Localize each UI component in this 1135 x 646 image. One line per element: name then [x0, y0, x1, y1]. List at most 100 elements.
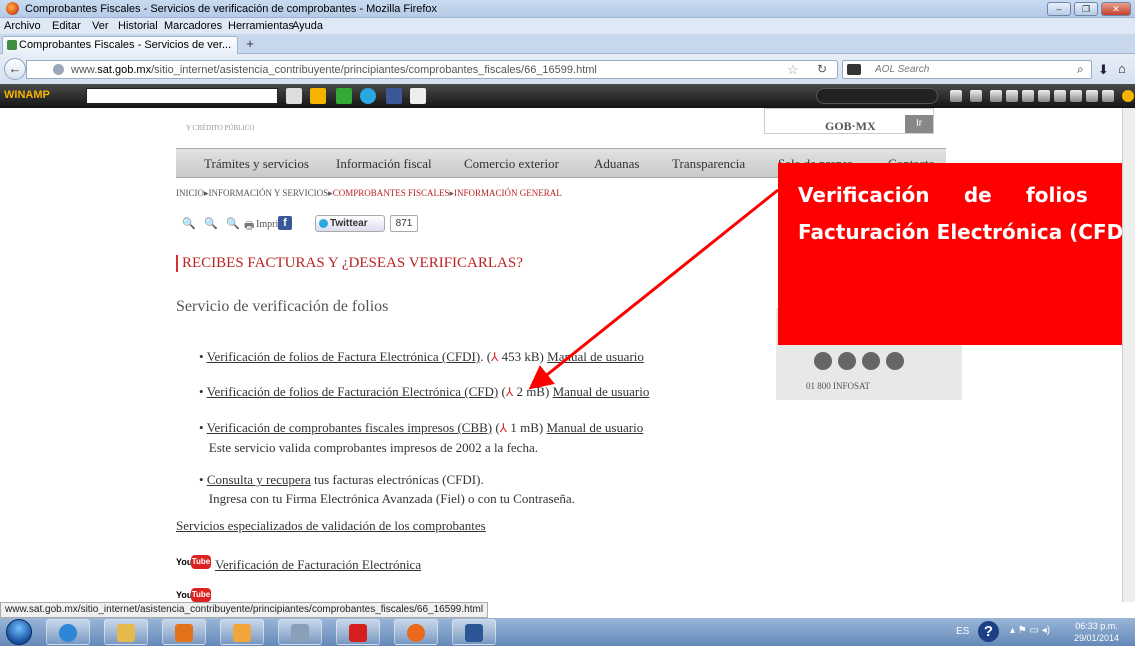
start-button[interactable] [6, 619, 32, 645]
menu-ayuda[interactable]: Ayuda [292, 20, 323, 32]
winamp-info-icon[interactable] [950, 90, 962, 102]
sat-favicon-icon [7, 40, 17, 50]
nav-tramites[interactable]: Trámites y servicios [204, 156, 309, 172]
file-size: 2 mB) [513, 384, 550, 399]
page-tools: 🔍 🔍 🔍 🖶 Imprimir f Twittear 871 [176, 215, 466, 235]
reload-icon[interactable]: ↻ [817, 62, 827, 76]
download-icon[interactable]: ⬇ [1098, 62, 1109, 78]
nav-aduanas[interactable]: Aduanas [594, 156, 640, 172]
manual-link-cbb[interactable]: Manual de usuario [546, 420, 643, 435]
facebook-icon[interactable] [386, 88, 402, 104]
annotation-text: Verificación de folios de Facturación El… [798, 183, 1135, 244]
taskbar-media[interactable] [162, 619, 206, 645]
breadcrumb: INICIO▸INFORMACIÓN Y SERVICIOS▸COMPROBAN… [176, 188, 562, 198]
tab-comprobantes[interactable]: Comprobantes Fiscales - Servicios de ver… [2, 36, 238, 54]
rss-circle-icon[interactable] [886, 352, 904, 370]
list-item-cbb: • Verificación de comprobantes fiscales … [199, 420, 644, 455]
nav-transparencia[interactable]: Transparencia [672, 156, 745, 172]
globe-icon [53, 64, 64, 75]
twittear-button[interactable]: Twittear [315, 215, 385, 232]
menu-editar[interactable]: Editar [52, 20, 81, 32]
taskbar-outlook[interactable] [220, 619, 264, 645]
language-indicator[interactable]: ES [956, 626, 969, 637]
menu-ver[interactable]: Ver [92, 20, 109, 32]
status-bar: www.sat.gob.mx/sitio_internet/asistencia… [0, 602, 1135, 618]
close-button[interactable]: ✕ [1101, 2, 1131, 16]
cfdi-link[interactable]: Verificación de folios de Factura Electr… [207, 349, 481, 364]
new-tab-button[interactable]: + [242, 37, 258, 52]
winamp-icon[interactable] [310, 88, 326, 104]
ir-button[interactable]: Ir [905, 115, 933, 133]
search-box[interactable]: AOL Search ⌕ [842, 60, 1092, 79]
taskbar-explorer[interactable] [104, 619, 148, 645]
text-normal-icon[interactable]: 🔍 [204, 217, 218, 230]
twittear-label: Twittear [330, 218, 368, 229]
winamp-search-btn-icon[interactable] [970, 90, 982, 102]
winamp-menu-icon[interactable] [990, 90, 1002, 102]
search-placeholder: AOL Search [875, 64, 930, 75]
taskbar-word[interactable] [452, 619, 496, 645]
taskbar-acrobat[interactable] [336, 619, 380, 645]
winamp-prev-icon[interactable] [1006, 90, 1018, 102]
minimize-button[interactable]: – [1047, 2, 1071, 16]
menu-archivo[interactable]: Archivo [4, 20, 41, 32]
manual-link-cfd[interactable]: Manual de usuario [553, 384, 650, 399]
text-smaller-icon[interactable]: 🔍 [182, 217, 196, 230]
search-icon[interactable]: ⌕ [1077, 62, 1084, 77]
winamp-search-input[interactable] [86, 88, 278, 104]
maximize-button[interactable]: ❐ [1074, 2, 1098, 16]
menu-marcadores[interactable]: Marcadores [164, 20, 222, 32]
url-text: www.sat.gob.mx/sitio_internet/asistencia… [71, 64, 597, 76]
taskbar-calculator[interactable] [278, 619, 322, 645]
winamp-play-icon[interactable] [1022, 90, 1034, 102]
twitter-bird-icon [319, 219, 328, 228]
breadcrumb-inicio[interactable]: INICIO [176, 188, 204, 198]
winamp-settings-icon[interactable] [1122, 90, 1134, 102]
twitter-icon[interactable] [360, 88, 376, 104]
ebay-icon[interactable] [410, 88, 426, 104]
back-button[interactable]: ← [4, 58, 26, 80]
file-size: 453 kB) [498, 349, 544, 364]
winamp-volume-icon[interactable] [1102, 90, 1114, 102]
consulta-link[interactable]: Consulta y recupera [207, 472, 311, 487]
tab-label: Comprobantes Fiscales - Servicios de ver… [19, 39, 232, 51]
manual-link-cfdi[interactable]: Manual de usuario [547, 349, 644, 364]
url-bar[interactable]: www.sat.gob.mx/sitio_internet/asistencia… [26, 60, 838, 79]
text-larger-icon[interactable]: 🔍 [226, 217, 240, 230]
print-icon[interactable]: 🖶 [244, 217, 254, 236]
youtube-circle-icon[interactable] [862, 352, 880, 370]
grid-icon[interactable] [336, 88, 352, 104]
facebook-circle-icon[interactable] [814, 352, 832, 370]
winamp-eject-icon[interactable] [1086, 90, 1098, 102]
nav-comercio-exterior[interactable]: Comercio exterior [464, 156, 559, 172]
shcp-caption: Y CRÉDITO PÚBLICO [186, 124, 255, 132]
breadcrumb-comprobantes[interactable]: COMPROBANTES FISCALES [333, 188, 450, 198]
menu-herramientas[interactable]: Herramientas [228, 20, 294, 32]
aol-icon [847, 64, 861, 75]
winamp-next-icon[interactable] [1054, 90, 1066, 102]
winamp-stop-icon[interactable] [1070, 90, 1082, 102]
taskbar-firefox[interactable] [394, 619, 438, 645]
facebook-share-icon[interactable]: f [278, 216, 292, 230]
menu-bar: Archivo Editar Ver Historial Marcadores … [0, 18, 1135, 34]
breadcrumb-info[interactable]: INFORMACIÓN Y SERVICIOS [209, 188, 329, 198]
cfd-link[interactable]: Verificación de folios de Facturación El… [207, 384, 499, 399]
cbb-link[interactable]: Verificación de comprobantes fiscales im… [207, 420, 493, 435]
nav-informacion-fiscal[interactable]: Información fiscal [336, 156, 432, 172]
winamp-search-icon[interactable] [286, 88, 302, 104]
bookmark-star-icon[interactable]: ☆ [787, 62, 799, 78]
home-icon[interactable]: ⌂ [1118, 61, 1126, 76]
specialized-services-link[interactable]: Servicios especializados de validación d… [176, 518, 486, 534]
vertical-scrollbar[interactable] [1122, 108, 1135, 602]
help-icon[interactable]: ? [978, 621, 999, 642]
taskbar-ie[interactable] [46, 619, 90, 645]
system-tray-icons[interactable]: ▴ ⚑ ▭ ◂) [1010, 625, 1050, 636]
tab-bar: Comprobantes Fiscales - Servicios de ver… [0, 34, 1135, 54]
video-link[interactable]: Verificación de Facturación Electrónica [215, 557, 421, 573]
winamp-player-search[interactable] [816, 88, 938, 104]
clock[interactable]: 06:33 p.m. 29/01/2014 [1074, 620, 1119, 644]
firefox-icon [6, 2, 19, 15]
twitter-circle-icon[interactable] [838, 352, 856, 370]
winamp-pause-icon[interactable] [1038, 90, 1050, 102]
menu-historial[interactable]: Historial [118, 20, 158, 32]
